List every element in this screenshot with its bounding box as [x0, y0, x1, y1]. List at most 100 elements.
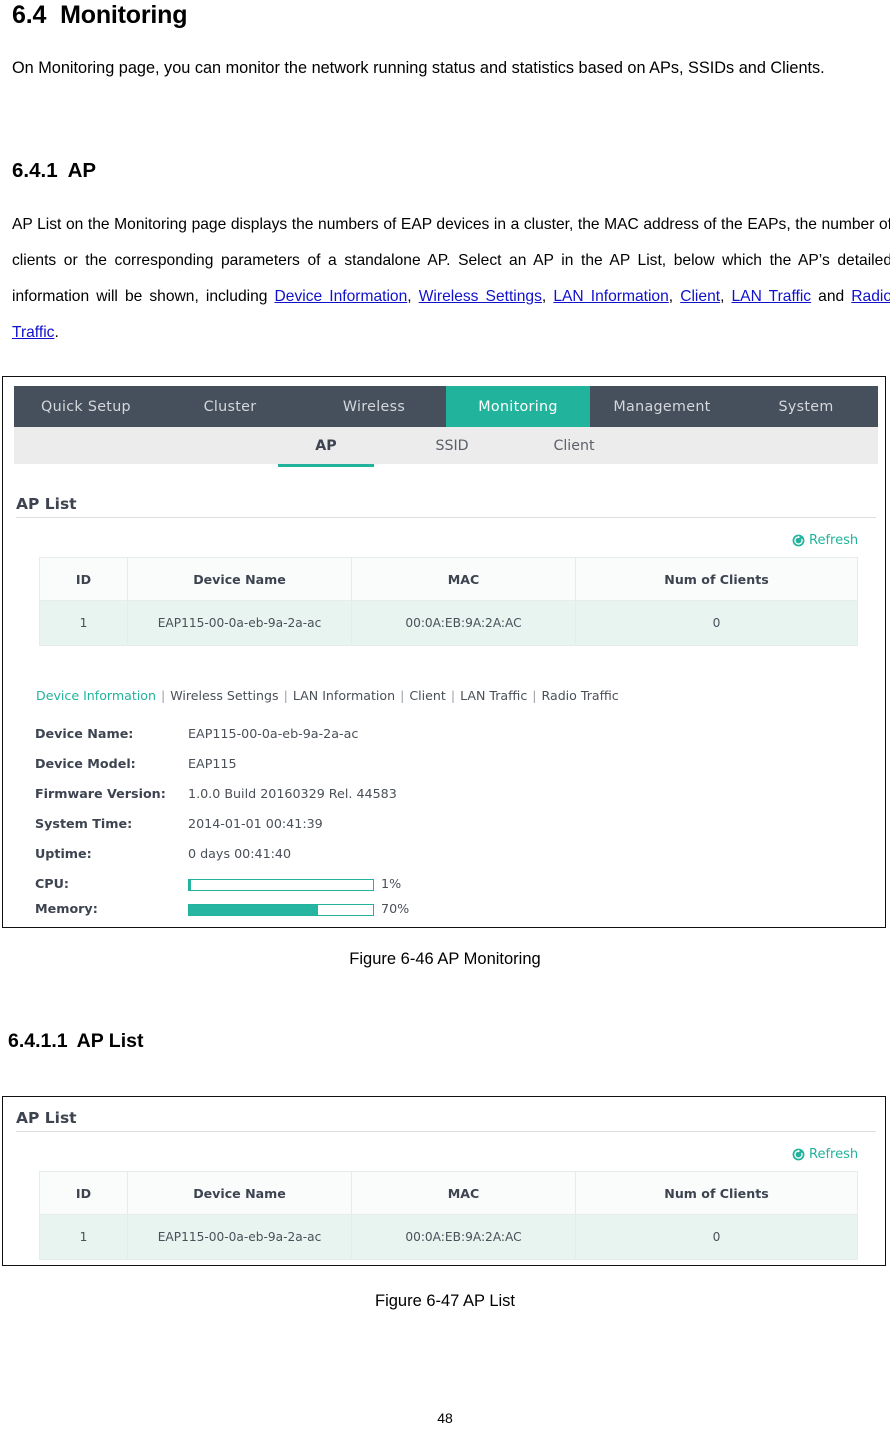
- intro-paragraph: On Monitoring page, you can monitor the …: [12, 59, 825, 77]
- detail-label: Memory:: [35, 901, 98, 916]
- section-heading-6411: 6.4.1.1 AP List: [0, 1028, 143, 1054]
- page-number: 48: [437, 1410, 453, 1426]
- sub-tab-ap[interactable]: AP: [278, 427, 374, 467]
- detail-tab-separator: |: [400, 688, 405, 703]
- cell-device-name: EAP115-00-0a-eb-9a-2a-ac: [127, 1214, 352, 1260]
- detail-tab-client[interactable]: Client: [409, 688, 445, 703]
- section-divider: [16, 517, 876, 518]
- paragraph-separator: ,: [407, 288, 419, 305]
- refresh-button[interactable]: Refresh: [792, 1147, 858, 1162]
- detail-tab-separator: |: [450, 688, 456, 703]
- paragraph-separator: and: [811, 288, 852, 305]
- sub-tab-label: AP: [315, 437, 337, 454]
- detail-tab-lan-traffic[interactable]: LAN Traffic: [460, 688, 527, 703]
- nav-tab-monitoring[interactable]: Monitoring: [446, 386, 590, 427]
- detail-label: System Time:: [35, 816, 133, 831]
- column-header-id: ID: [39, 557, 128, 601]
- nav-tab-label: Wireless: [342, 398, 406, 415]
- detail-row-uptime: Uptime: 0 days 00:41:40: [3, 846, 885, 876]
- detail-tab-radio-traffic[interactable]: Radio Traffic: [542, 688, 619, 703]
- detail-tab-separator: |: [283, 688, 288, 703]
- paragraph-end: .: [54, 324, 59, 341]
- link-wireless-settings[interactable]: Wireless Settings: [419, 288, 542, 305]
- sub-navigation: AP SSID Client: [14, 427, 878, 467]
- sub-tab-label: Client: [553, 437, 595, 454]
- detail-row-system-time: System Time: 2014-01-01 00:41:39: [3, 816, 885, 846]
- detail-label: CPU:: [35, 876, 69, 891]
- detail-tab-separator: |: [160, 688, 166, 703]
- table-row[interactable]: 1 EAP115-00-0a-eb-9a-2a-ac 00:0A:EB:9A:2…: [39, 600, 858, 646]
- link-lan-information[interactable]: LAN Information: [553, 288, 668, 305]
- nav-tab-quick-setup[interactable]: Quick Setup: [14, 386, 158, 427]
- memory-progress-bar: [188, 904, 374, 916]
- column-header-mac: MAC: [351, 1171, 576, 1215]
- link-device-information[interactable]: Device Information: [275, 288, 408, 305]
- nav-tab-label: Management: [613, 398, 711, 415]
- ap-list-table: ID Device Name MAC Num of Clients 1 EAP1…: [39, 557, 858, 646]
- cell-num-of-clients: 0: [575, 600, 858, 646]
- nav-tab-label: Quick Setup: [41, 398, 131, 415]
- link-client[interactable]: Client: [680, 288, 720, 305]
- column-header-device-name: Device Name: [127, 557, 352, 601]
- detail-tabs: Device Information | Wireless Settings | LAN…: [36, 688, 619, 703]
- cell-id: 1: [39, 1214, 128, 1260]
- detail-tab-device-information[interactable]: Device Information: [36, 688, 156, 703]
- figure-caption-6-47: Figure 6-47 AP List: [374, 1292, 516, 1310]
- detail-label: Device Name:: [35, 726, 134, 741]
- memory-percent-label: 70%: [381, 901, 410, 916]
- detail-value: 1.0.0 Build 20160329 Rel. 44583: [188, 786, 397, 801]
- refresh-button[interactable]: Refresh: [792, 533, 858, 548]
- detail-tab-lan-information[interactable]: LAN Information: [293, 688, 395, 703]
- detail-row-memory: Memory: 70%: [3, 901, 885, 931]
- refresh-label: Refresh: [809, 533, 859, 548]
- paragraph-separator: ,: [541, 288, 554, 305]
- paragraph-separator: ,: [720, 288, 732, 305]
- detail-value: 0 days 00:41:40: [188, 846, 292, 861]
- nav-tab-label: Cluster: [203, 398, 257, 415]
- heading-text: Monitoring: [60, 1, 188, 29]
- cell-mac: 00:0A:EB:9A:2A:AC: [351, 600, 576, 646]
- heading-number: 6.4: [12, 1, 47, 29]
- nav-tab-management[interactable]: Management: [590, 386, 734, 427]
- detail-value: EAP115-00-0a-eb-9a-2a-ac: [188, 726, 359, 741]
- heading-number: 6.4.1.1: [8, 1030, 68, 1052]
- sub-tab-label: SSID: [435, 437, 469, 454]
- figure-ap-list: AP List Refresh ID Device Name MAC Num o…: [2, 1096, 886, 1266]
- column-header-id: ID: [39, 1171, 128, 1215]
- nav-tab-label: Monitoring: [478, 398, 558, 415]
- nav-tab-system[interactable]: System: [734, 386, 878, 427]
- nav-tab-cluster[interactable]: Cluster: [158, 386, 302, 427]
- ap-list-table: ID Device Name MAC Num of Clients 1 EAP1…: [39, 1171, 858, 1260]
- table-row[interactable]: 1 EAP115-00-0a-eb-9a-2a-ac 00:0A:EB:9A:2…: [39, 1214, 858, 1260]
- detail-tab-separator: |: [532, 688, 537, 703]
- cpu-percent-label: 1%: [381, 876, 402, 891]
- heading-text: AP List: [76, 1030, 144, 1052]
- detail-value: EAP115: [188, 756, 237, 771]
- refresh-label: Refresh: [809, 1147, 859, 1162]
- page-title: 6.4 Monitoring: [0, 0, 187, 30]
- paragraph-separator: ,: [668, 288, 681, 305]
- cpu-progress-fill: [189, 880, 191, 890]
- detail-row-device-model: Device Model: EAP115: [3, 756, 885, 786]
- refresh-icon: [792, 534, 805, 547]
- section-divider: [16, 1131, 876, 1132]
- column-header-num-of-clients: Num of Clients: [575, 1171, 858, 1215]
- column-header-mac: MAC: [351, 557, 576, 601]
- figure-ap-monitoring: Quick Setup Cluster Wireless Monitoring …: [2, 376, 886, 928]
- detail-tab-wireless-settings[interactable]: Wireless Settings: [170, 688, 278, 703]
- detail-row-device-name: Device Name: EAP115-00-0a-eb-9a-2a-ac: [3, 726, 885, 756]
- sub-tab-client[interactable]: Client: [526, 427, 622, 464]
- nav-tab-wireless[interactable]: Wireless: [302, 386, 446, 427]
- sub-tab-ssid[interactable]: SSID: [404, 427, 500, 464]
- table-header-row: ID Device Name MAC Num of Clients: [39, 1171, 858, 1215]
- main-navigation: Quick Setup Cluster Wireless Monitoring …: [14, 386, 878, 427]
- memory-progress-fill: [189, 905, 318, 915]
- figure-caption-6-46: Figure 6-46 AP Monitoring: [349, 950, 541, 968]
- column-header-device-name: Device Name: [127, 1171, 352, 1215]
- cell-num-of-clients: 0: [575, 1214, 858, 1260]
- detail-label: Device Model:: [35, 756, 136, 771]
- link-lan-traffic[interactable]: LAN Traffic: [732, 288, 812, 305]
- section-heading-641: 6.4.1 AP: [0, 158, 96, 184]
- ap-list-section-title: AP List: [16, 495, 77, 513]
- heading-number: 6.4.1: [12, 159, 58, 182]
